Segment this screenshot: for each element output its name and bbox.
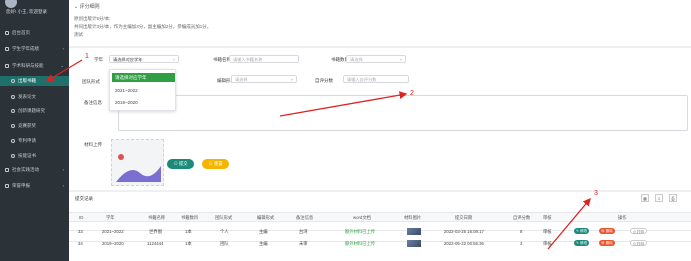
annotation-arrow-2 — [279, 91, 408, 117]
annotation-arrow-3 — [547, 198, 591, 250]
annotation-number-2: 2 — [410, 90, 414, 97]
annotation-number-1: 1 — [85, 53, 89, 60]
annotation-arrow-1 — [45, 59, 83, 82]
annotation-overlay — [45, 59, 591, 250]
annotation-number-3: 3 — [594, 190, 598, 197]
